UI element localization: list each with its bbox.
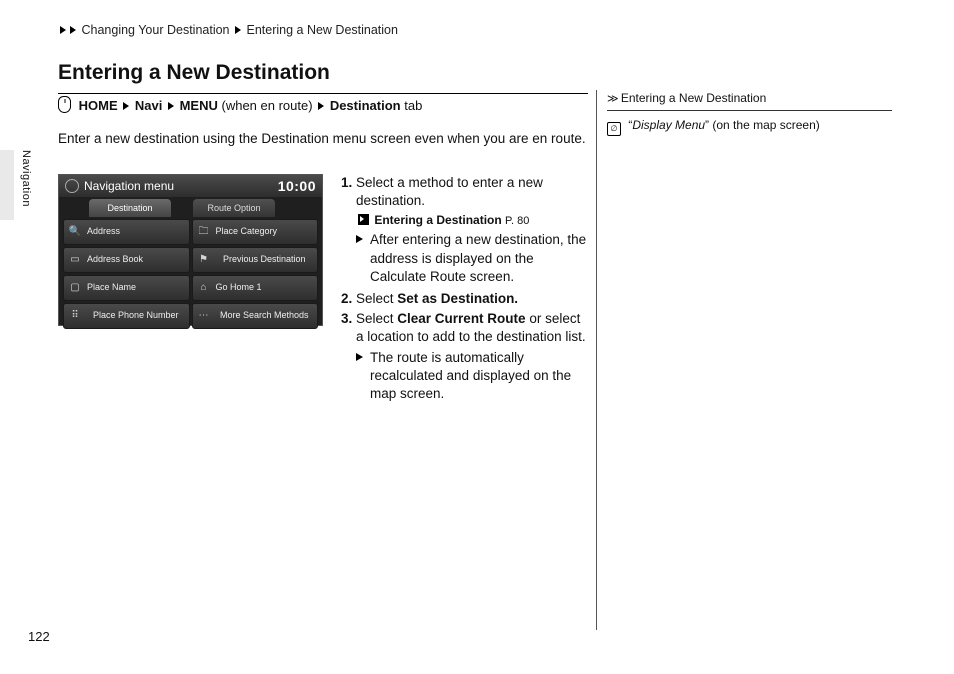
- menu-item-previous-destination[interactable]: ⚑ Previous Destination: [192, 247, 319, 273]
- book-icon: ▭: [68, 253, 82, 267]
- mouse-icon: [58, 96, 71, 113]
- navpath-home: HOME: [79, 98, 118, 113]
- voice-icon: ∅: [607, 122, 621, 136]
- nav-menu-grid: 🔍 Address 🗀 Place Category ▭ Address Boo…: [59, 217, 322, 333]
- dots-icon: ⋯: [197, 309, 211, 323]
- sidebar-notes: ≫ Entering a New Destination ∅ “Display …: [596, 90, 892, 630]
- chevron-right-icon: [70, 26, 76, 34]
- side-tab-bg: [0, 150, 14, 220]
- step-3-text-a: Select: [356, 311, 397, 326]
- globe-icon: [65, 179, 79, 193]
- menu-item-label: Previous Destination: [216, 255, 314, 264]
- step-2: Select Set as Destination.: [356, 290, 588, 308]
- navpath-menu: MENU: [180, 98, 218, 113]
- breadcrumb: Changing Your Destination Entering a New…: [58, 22, 398, 39]
- step-2-action: Set as Destination.: [397, 291, 518, 306]
- navpath-dest: Destination: [330, 98, 401, 113]
- clock-value: 10:00: [278, 175, 316, 197]
- flag-icon: ⚑: [197, 253, 211, 267]
- ref-page: P. 80: [505, 215, 529, 227]
- chevron-right-icon: [168, 102, 174, 110]
- nav-path: HOME Navi MENU (when en route) Destinati…: [58, 96, 422, 115]
- folder-icon: 🗀: [197, 225, 211, 239]
- menu-item-address-book[interactable]: ▭ Address Book: [63, 247, 190, 273]
- step-1-result: After entering a new destination, the ad…: [356, 231, 588, 286]
- chevron-right-icon: [60, 26, 66, 34]
- step-1-ref: Entering a Destination P. 80: [358, 212, 588, 229]
- double-chevron-icon: ≫: [607, 93, 616, 105]
- menu-item-address[interactable]: 🔍 Address: [63, 219, 190, 245]
- menu-item-label: Go Home 1: [216, 283, 314, 292]
- chevron-right-icon: [235, 26, 241, 34]
- step-3-action: Clear Current Route: [397, 311, 525, 326]
- menu-item-label: Address: [87, 227, 185, 236]
- ref-label: Entering a Destination: [374, 213, 501, 227]
- navpath-tab: tab: [404, 98, 422, 113]
- tab-destination[interactable]: Destination: [89, 199, 171, 217]
- navigation-menu-screenshot: Navigation menu 10:00 Destination Route …: [58, 174, 323, 326]
- step-1-text: Select a method to enter a new destinati…: [356, 175, 543, 208]
- voice-command: Display Menu: [632, 118, 705, 132]
- magnifier-icon: 🔍: [68, 225, 82, 239]
- keypad-icon: ⠿: [68, 309, 82, 323]
- step-3: Select Clear Current Route or select a l…: [356, 310, 588, 403]
- sidebar-title: ≫ Entering a New Destination: [607, 90, 892, 111]
- menu-item-label: Address Book: [87, 255, 185, 264]
- navpath-paren: (when en route): [222, 98, 313, 113]
- menu-item-label: Place Phone Number: [87, 311, 185, 320]
- menu-item-label: More Search Methods: [216, 311, 314, 320]
- chevron-right-icon: [318, 102, 324, 110]
- menu-item-place-name[interactable]: ▢ Place Name: [63, 275, 190, 301]
- tag-icon: ▢: [68, 281, 82, 295]
- voice-command-line: ∅ “Display Menu” (on the map screen): [607, 117, 892, 136]
- instruction-steps: Select a method to enter a new destinati…: [338, 174, 588, 407]
- menu-item-more-methods[interactable]: ⋯ More Search Methods: [192, 303, 319, 329]
- nav-menu-titlebar: Navigation menu 10:00: [59, 175, 322, 197]
- breadcrumb-level2: Entering a New Destination: [246, 23, 397, 37]
- nav-menu-title: Navigation menu: [84, 175, 174, 197]
- reference-icon: [358, 214, 369, 225]
- sidebar-title-text: Entering a New Destination: [621, 91, 766, 105]
- page-title: Entering a New Destination: [58, 59, 588, 94]
- tab-route-option[interactable]: Route Option: [193, 199, 275, 217]
- menu-item-label: Place Category: [216, 227, 314, 236]
- intro-text: Enter a new destination using the Destin…: [58, 130, 588, 148]
- step-3-result: The route is automatically recalculated …: [356, 349, 588, 404]
- navpath-navi: Navi: [135, 98, 162, 113]
- section-tab: Navigation: [18, 150, 33, 207]
- menu-item-label: Place Name: [87, 283, 185, 292]
- page-number: 122: [28, 628, 50, 646]
- breadcrumb-level1: Changing Your Destination: [81, 23, 229, 37]
- nav-menu-tabs: Destination Route Option: [59, 197, 322, 217]
- chevron-right-icon: [123, 102, 129, 110]
- step-1: Select a method to enter a new destinati…: [356, 174, 588, 286]
- step-2-text-a: Select: [356, 291, 397, 306]
- menu-item-place-category[interactable]: 🗀 Place Category: [192, 219, 319, 245]
- menu-item-place-phone[interactable]: ⠿ Place Phone Number: [63, 303, 190, 329]
- voice-suffix: (on the map screen): [709, 118, 820, 132]
- menu-item-go-home[interactable]: ⌂ Go Home 1: [192, 275, 319, 301]
- home-icon: ⌂: [197, 281, 211, 295]
